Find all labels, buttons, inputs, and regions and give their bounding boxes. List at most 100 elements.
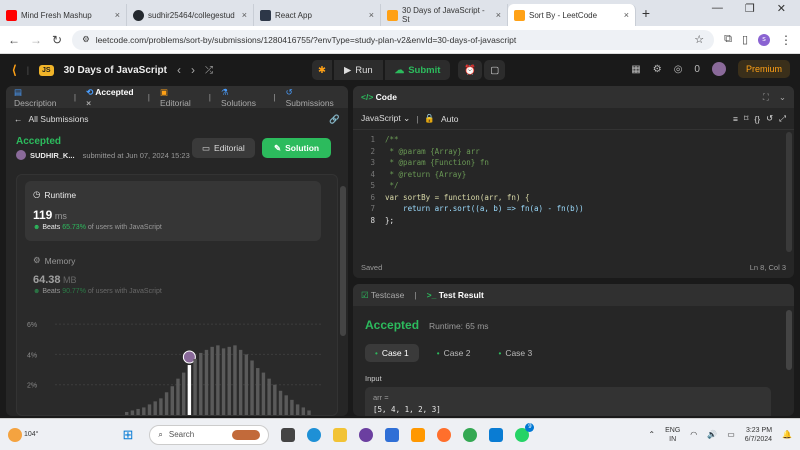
close-icon[interactable]: × xyxy=(624,10,629,20)
sublime-icon[interactable] xyxy=(411,427,426,442)
share-link-icon[interactable]: 🔗 xyxy=(329,114,340,125)
leetcode-logo-icon[interactable]: ⟨ xyxy=(12,63,17,77)
close-icon[interactable]: × xyxy=(369,10,374,20)
chart-bar[interactable] xyxy=(125,411,129,415)
volume-icon[interactable]: 🔊 xyxy=(707,430,717,439)
layout-icon[interactable]: ▦ xyxy=(631,64,640,75)
all-submissions-link[interactable]: All Submissions xyxy=(29,114,89,124)
close-icon[interactable]: × xyxy=(496,10,501,20)
close-window-icon[interactable]: ✕ xyxy=(777,2,786,15)
tab-test-result[interactable]: >_ Test Result xyxy=(427,290,484,300)
browser-tab[interactable]: Mind Fresh Mashup × xyxy=(0,4,127,26)
browser-tab[interactable]: React App × xyxy=(254,4,381,26)
chart-bar[interactable] xyxy=(244,354,249,415)
chart-bar[interactable] xyxy=(216,345,220,415)
chart-bar[interactable] xyxy=(136,408,140,415)
forward-icon[interactable]: → xyxy=(30,33,42,47)
close-icon[interactable]: × xyxy=(86,98,91,108)
chevron-up-icon[interactable]: ⌃ xyxy=(648,430,655,439)
chart-bar[interactable] xyxy=(153,401,157,415)
result-scrollbar[interactable] xyxy=(786,310,792,370)
settings-icon[interactable]: ⚙ xyxy=(653,64,662,75)
reload-icon[interactable]: ↻ xyxy=(52,33,62,47)
new-tab-button[interactable]: + xyxy=(636,5,656,21)
task-view-icon[interactable] xyxy=(281,427,296,442)
profile-avatar[interactable]: s xyxy=(758,33,770,46)
vscode-icon[interactable] xyxy=(489,427,504,442)
scrollbar[interactable] xyxy=(340,186,346,336)
chart-bar[interactable] xyxy=(130,410,135,415)
chart-bar[interactable] xyxy=(199,352,203,415)
maximize-icon[interactable]: ⛶ xyxy=(763,92,769,103)
bookmark-star-icon[interactable]: ☆ xyxy=(694,33,704,46)
chart-bar[interactable] xyxy=(176,378,180,415)
extensions-icon[interactable]: ⧉ xyxy=(724,33,732,46)
chart-bar[interactable] xyxy=(147,404,152,415)
chart-bar[interactable] xyxy=(193,358,197,415)
solution-button[interactable]: ✎ Solution xyxy=(262,138,332,158)
memory-card[interactable]: ⚙ Memory 64.38 MB ☻ Beats 90.77% of users… xyxy=(33,255,323,295)
chart-bar[interactable] xyxy=(284,395,288,415)
chart-bar[interactable] xyxy=(301,407,306,415)
site-info-icon[interactable]: ⚙ xyxy=(82,34,90,45)
editorial-button[interactable]: ▭ Editorial xyxy=(192,138,255,158)
start-icon[interactable]: ⊞ xyxy=(122,427,133,443)
tab-description[interactable]: ▤ Description xyxy=(14,87,64,108)
username[interactable]: SUDHIR_K... xyxy=(30,151,75,160)
study-plan-title[interactable]: 30 Days of JavaScript xyxy=(64,65,167,76)
code-editor[interactable]: 1/** 2 * @param {Array} arr 3 * @param {… xyxy=(359,134,583,226)
timer-button[interactable]: ⏰ xyxy=(458,60,483,80)
browser-tab[interactable]: 30 Days of JavaScript - St × xyxy=(381,4,508,26)
language-select[interactable]: JavaScript ⌄ xyxy=(361,113,410,124)
notes-button[interactable]: ▢ xyxy=(484,60,506,80)
tab-editorial[interactable]: ▣ Editorial xyxy=(160,87,199,108)
file-explorer-icon[interactable] xyxy=(333,427,348,442)
chart-bar[interactable] xyxy=(267,378,271,415)
submit-button[interactable]: ☁ Submit xyxy=(384,60,451,80)
highlighted-bar[interactable] xyxy=(187,365,192,415)
close-icon[interactable]: × xyxy=(242,10,247,20)
media-player-icon[interactable] xyxy=(359,427,374,442)
chart-bar[interactable] xyxy=(159,398,163,415)
sidebar-icon[interactable]: ▯ xyxy=(742,33,748,46)
firefox-icon[interactable] xyxy=(437,427,452,442)
chevron-left-icon[interactable]: ‹ xyxy=(177,63,181,77)
back-arrow-icon[interactable]: ← xyxy=(14,114,23,124)
close-icon[interactable]: × xyxy=(115,10,120,20)
runtime-card[interactable]: ◷ Runtime 119 ms ☻ Beats 65.73% of users … xyxy=(25,181,321,241)
back-icon[interactable]: ← xyxy=(8,33,20,47)
browser-tab[interactable]: sudhir25464/collegestud × xyxy=(127,4,254,26)
user-avatar[interactable] xyxy=(711,62,726,76)
reset-icon[interactable]: ↺ xyxy=(766,113,773,124)
clock[interactable]: 3:23 PM 6/7/2024 xyxy=(745,426,772,444)
language-indicator[interactable]: ENG IN xyxy=(665,426,680,444)
braces-icon[interactable]: {} xyxy=(754,114,760,124)
chart-bar[interactable] xyxy=(238,349,243,415)
tab-testcase[interactable]: ☑ Testcase xyxy=(361,290,404,301)
url-input[interactable]: ⚙ leetcode.com/problems/sort-by/submissi… xyxy=(72,29,715,50)
case-tab[interactable]: • Case 2 xyxy=(427,344,481,362)
minimize-icon[interactable]: — xyxy=(712,2,723,15)
chevron-right-icon[interactable]: › xyxy=(191,63,195,77)
chart-bar[interactable] xyxy=(233,345,237,415)
chart-bar[interactable] xyxy=(170,386,174,415)
chart-bar[interactable] xyxy=(290,399,294,415)
whatsapp-icon[interactable]: 9 xyxy=(515,422,535,442)
run-button[interactable]: ▶ Run xyxy=(333,60,383,80)
tab-submissions[interactable]: ↺ Submissions xyxy=(286,87,340,108)
browser-tab-active[interactable]: Sort By - LeetCode × xyxy=(508,4,636,26)
runtime-distribution-chart[interactable]: 2% 4% 6% xyxy=(27,305,327,415)
premium-button[interactable]: Premium xyxy=(737,60,790,78)
format-icon[interactable]: ≡ xyxy=(733,114,738,124)
chrome-icon[interactable] xyxy=(463,427,478,442)
menu-icon[interactable]: ⋮ xyxy=(780,33,792,47)
weather-icon[interactable] xyxy=(8,427,22,442)
collapse-icon[interactable]: ⌄ xyxy=(779,92,786,103)
debug-button[interactable]: ✱ xyxy=(312,60,332,80)
editor-scrollbar[interactable] xyxy=(786,132,792,252)
chart-bar[interactable] xyxy=(204,349,209,415)
bookmark-icon[interactable]: ⌑ xyxy=(744,113,748,124)
notifications-icon[interactable]: 🔔 xyxy=(782,430,792,439)
chart-bar[interactable] xyxy=(261,372,266,415)
case-tab[interactable]: • Case 1 xyxy=(365,344,419,362)
